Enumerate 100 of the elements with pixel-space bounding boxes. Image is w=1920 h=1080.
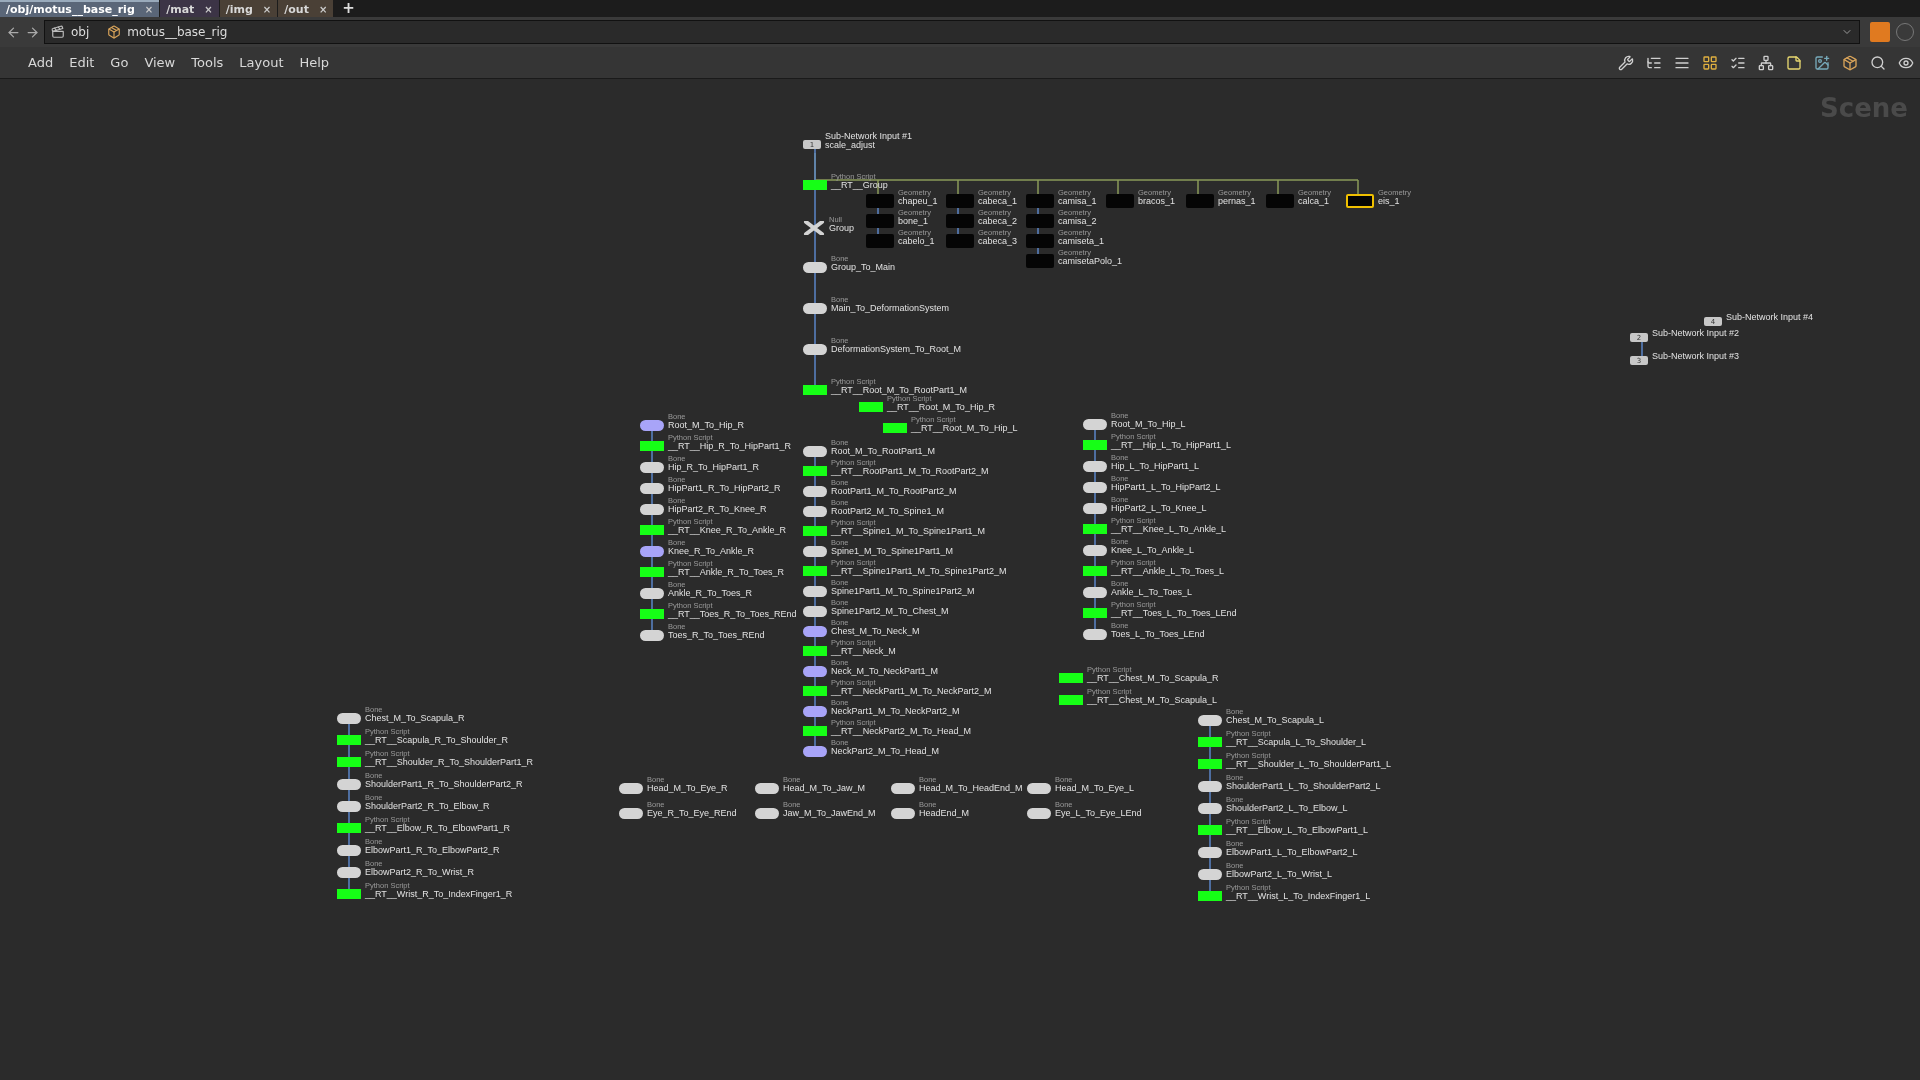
tab-close-button[interactable]: × (318, 4, 328, 15)
geometry-node[interactable] (1026, 254, 1054, 268)
geometry-node[interactable] (1026, 214, 1054, 228)
script-node[interactable] (883, 423, 907, 434)
bone-node[interactable] (1027, 783, 1051, 794)
bone-node[interactable] (1198, 715, 1222, 726)
script-node[interactable] (803, 726, 827, 737)
bone-node[interactable] (1083, 587, 1107, 598)
bone-node[interactable] (337, 713, 361, 724)
bone-node[interactable] (803, 606, 827, 617)
script-node[interactable] (1083, 608, 1107, 619)
script-node[interactable] (640, 567, 664, 578)
bone-node[interactable] (640, 588, 664, 599)
bone-node[interactable] (803, 506, 827, 517)
bone-node[interactable] (803, 746, 827, 757)
script-node[interactable] (803, 180, 827, 191)
script-node[interactable] (859, 402, 883, 413)
path-crumb[interactable]: obj (71, 25, 90, 39)
geometry-node[interactable] (1186, 194, 1214, 208)
tab-close-button[interactable]: × (262, 4, 272, 15)
bone-node[interactable] (640, 546, 664, 557)
forward-arrow-icon[interactable] (25, 24, 40, 40)
bone-node[interactable] (640, 483, 664, 494)
script-node[interactable] (1059, 695, 1083, 706)
menu-item[interactable]: View (136, 55, 184, 70)
box-icon[interactable] (1842, 54, 1858, 71)
geometry-node[interactable] (866, 214, 894, 228)
script-node[interactable] (1198, 759, 1222, 770)
script-node[interactable] (640, 441, 664, 452)
bone-node[interactable] (640, 630, 664, 641)
bone-node[interactable] (337, 779, 361, 790)
bone-node[interactable] (1198, 803, 1222, 814)
script-node[interactable] (337, 889, 361, 900)
bone-node[interactable] (1083, 482, 1107, 493)
geometry-node[interactable] (1026, 234, 1054, 248)
tab-close-button[interactable]: × (204, 4, 213, 15)
geometry-node[interactable] (866, 194, 894, 208)
bone-node[interactable] (619, 783, 643, 794)
grid-icon[interactable] (1702, 54, 1718, 71)
menu-item[interactable]: Help (291, 55, 338, 70)
bone-node[interactable] (1027, 808, 1051, 819)
bone-node[interactable] (803, 344, 827, 355)
null-node[interactable] (803, 221, 825, 235)
bone-node[interactable] (1198, 781, 1222, 792)
bone-node[interactable] (640, 504, 664, 515)
geometry-node[interactable] (946, 214, 974, 228)
script-node[interactable] (1198, 891, 1222, 902)
bone-node[interactable] (891, 808, 915, 819)
bone-node[interactable] (337, 845, 361, 856)
bone-node[interactable] (337, 801, 361, 812)
script-node[interactable] (1059, 673, 1083, 684)
script-node[interactable] (640, 609, 664, 620)
search-icon[interactable] (1870, 54, 1886, 71)
bone-node[interactable] (803, 626, 827, 637)
menu-item[interactable]: Add (20, 55, 62, 70)
script-node[interactable] (1198, 825, 1222, 836)
bone-node[interactable] (803, 486, 827, 497)
tab[interactable]: /mat × (160, 0, 219, 17)
script-node[interactable] (337, 735, 361, 746)
bone-node[interactable] (1198, 869, 1222, 880)
bone-node[interactable] (1198, 847, 1222, 858)
geometry-node[interactable] (946, 234, 974, 248)
bone-node[interactable] (640, 420, 664, 431)
bone-node[interactable] (619, 808, 643, 819)
bone-node[interactable] (755, 808, 779, 819)
bone-node[interactable] (803, 586, 827, 597)
sticky-note-icon[interactable] (1786, 54, 1802, 71)
tab[interactable]: /out × (278, 0, 334, 17)
bone-node[interactable] (891, 783, 915, 794)
network-box-icon[interactable] (1758, 54, 1774, 71)
bone-node[interactable] (640, 462, 664, 473)
script-node[interactable] (1083, 440, 1107, 451)
image-add-icon[interactable] (1814, 54, 1830, 71)
script-node[interactable] (1083, 566, 1107, 577)
bone-node[interactable] (1083, 545, 1107, 556)
geometry-node[interactable] (946, 194, 974, 208)
geometry-node[interactable] (1346, 194, 1374, 208)
tab[interactable]: /obj/motus__base_rig × (0, 0, 160, 17)
path-bar[interactable]: obj motus__base_rig (44, 20, 1860, 44)
bone-node[interactable] (803, 262, 827, 273)
bone-node[interactable] (1083, 461, 1107, 472)
script-node[interactable] (803, 566, 827, 577)
bone-node[interactable] (1083, 503, 1107, 514)
script-node[interactable] (1198, 737, 1222, 748)
bone-node[interactable] (803, 706, 827, 717)
bone-node[interactable] (1083, 419, 1107, 430)
script-node[interactable] (803, 466, 827, 477)
path-crumb[interactable]: motus__base_rig (127, 25, 228, 39)
script-node[interactable] (803, 686, 827, 697)
wrench-icon[interactable] (1618, 54, 1634, 71)
geometry-node[interactable] (1026, 194, 1054, 208)
bone-node[interactable] (803, 666, 827, 677)
script-node[interactable] (337, 823, 361, 834)
tab[interactable]: /img × (219, 0, 278, 17)
bone-node[interactable] (755, 783, 779, 794)
script-node[interactable] (803, 526, 827, 537)
bone-node[interactable] (803, 546, 827, 557)
bone-node[interactable] (803, 303, 827, 314)
script-node[interactable] (803, 385, 827, 396)
bone-node[interactable] (1083, 629, 1107, 640)
